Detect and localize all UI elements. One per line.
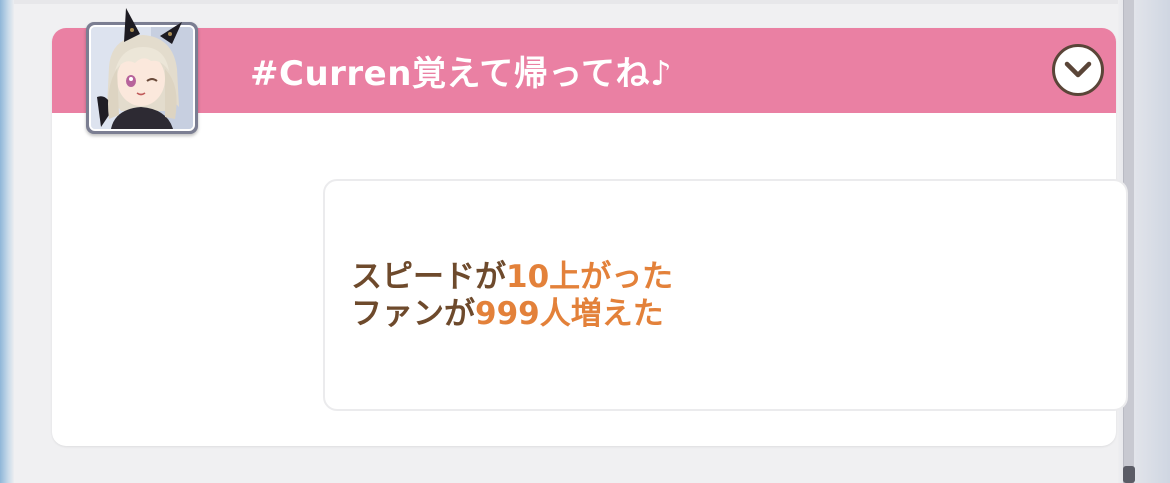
top-divider xyxy=(14,0,1170,4)
message-lines: スピードが10上がった ファンが999人増えた xyxy=(351,259,673,333)
event-header[interactable]: #Curren覚えて帰ってね♪ xyxy=(52,28,1116,113)
chevron-down-icon xyxy=(1064,61,1092,78)
message-prefix: ファンが xyxy=(351,296,475,332)
message-highlight: 999人増えた xyxy=(475,296,664,332)
message-prefix: スピードが xyxy=(351,259,506,295)
message-box: スピードが10上がった ファンが999人増えた xyxy=(323,179,1128,411)
right-edge xyxy=(1134,0,1170,483)
expand-toggle-button[interactable] xyxy=(1052,44,1104,96)
message-line-fans: ファンが999人増えた xyxy=(351,296,673,333)
message-line-speed: スピードが10上がった xyxy=(351,259,673,296)
event-card: #Curren覚えて帰ってね♪ スピードが10上がった ファンが999人増えた xyxy=(52,28,1128,446)
event-title: #Curren覚えて帰ってね♪ xyxy=(250,54,673,94)
message-highlight: 10上がった xyxy=(506,259,674,295)
left-window-edge xyxy=(0,0,14,483)
ear-accessory-icon xyxy=(124,8,182,44)
page: #Curren覚えて帰ってね♪ スピードが10上がった ファンが999人増えた xyxy=(0,0,1170,483)
scrollbar-thumb[interactable] xyxy=(1123,466,1135,483)
